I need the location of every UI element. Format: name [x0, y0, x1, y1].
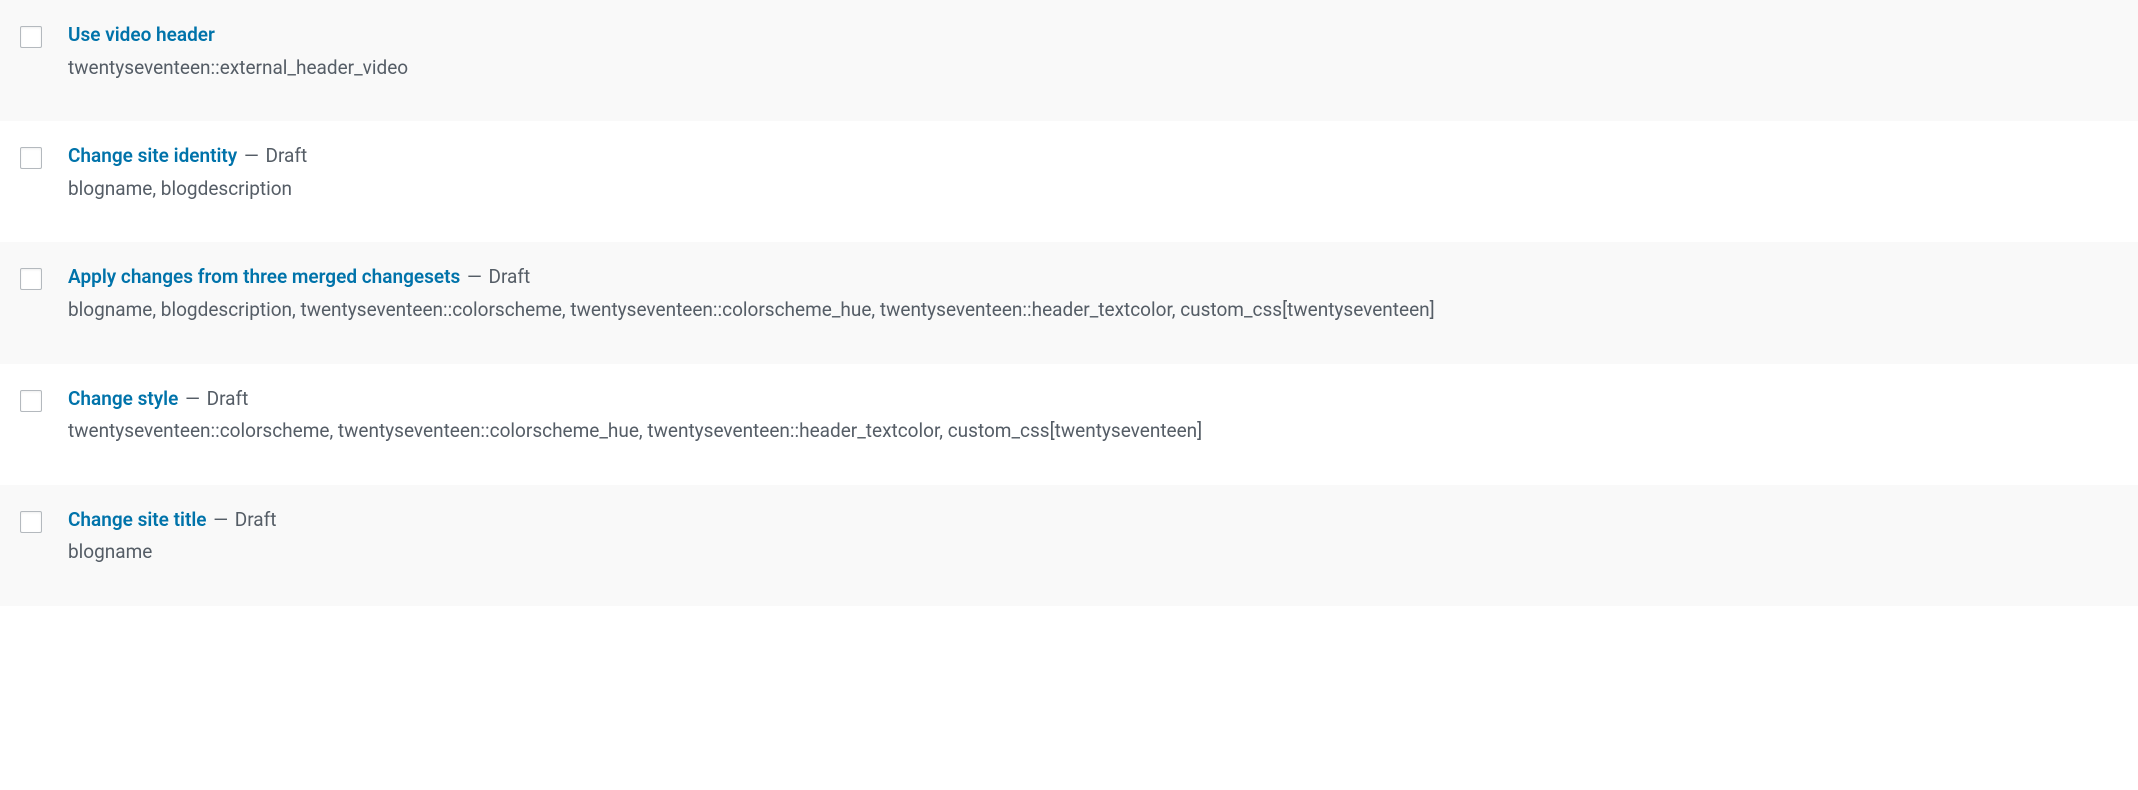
changeset-title-link[interactable]: Change site title — [68, 508, 207, 531]
status-separator: — — [239, 144, 263, 167]
select-checkbox[interactable] — [20, 511, 42, 533]
checkbox-cell — [20, 22, 68, 53]
row-content: Apply changes from three merged changese… — [68, 264, 2118, 323]
checkbox-cell — [20, 264, 68, 295]
table-row: Change site identity — Draft blogname, b… — [0, 121, 2138, 242]
status-label: Draft — [489, 265, 531, 288]
changeset-description: twentyseventeen::colorscheme, twentyseve… — [68, 418, 2118, 445]
status-separator: — — [180, 387, 204, 410]
changeset-description: blogname, blogdescription, twentysevente… — [68, 297, 2118, 324]
status-label: Draft — [235, 508, 277, 531]
checkbox-cell — [20, 143, 68, 174]
title-line: Use video header — [68, 22, 2118, 49]
row-content: Change site title — Draft blogname — [68, 507, 2118, 566]
status-label: Draft — [207, 387, 249, 410]
row-content: Change style — Draft twentyseventeen::co… — [68, 386, 2118, 445]
title-line: Change site title — Draft — [68, 507, 2118, 534]
title-line: Apply changes from three merged changese… — [68, 264, 2118, 291]
changeset-title-link[interactable]: Apply changes from three merged changese… — [68, 265, 460, 288]
select-checkbox[interactable] — [20, 26, 42, 48]
select-checkbox[interactable] — [20, 147, 42, 169]
table-row: Change style — Draft twentyseventeen::co… — [0, 364, 2138, 485]
changeset-description: blogname — [68, 539, 2118, 566]
changeset-title-link[interactable]: Change site identity — [68, 144, 237, 167]
status-separator: — — [462, 265, 486, 288]
changeset-description: twentyseventeen::external_header_video — [68, 55, 2118, 82]
select-checkbox[interactable] — [20, 268, 42, 290]
changeset-description: blogname, blogdescription — [68, 176, 2118, 203]
changeset-title-link[interactable]: Use video header — [68, 23, 215, 46]
title-line: Change site identity — Draft — [68, 143, 2118, 170]
table-row: Change site title — Draft blogname — [0, 485, 2138, 606]
status-separator: — — [209, 508, 233, 531]
table-row: Use video header twentyseventeen::extern… — [0, 0, 2138, 121]
checkbox-cell — [20, 386, 68, 417]
title-line: Change style — Draft — [68, 386, 2118, 413]
changeset-list: Use video header twentyseventeen::extern… — [0, 0, 2138, 606]
row-content: Change site identity — Draft blogname, b… — [68, 143, 2118, 202]
checkbox-cell — [20, 507, 68, 538]
table-row: Apply changes from three merged changese… — [0, 242, 2138, 363]
status-label: Draft — [266, 144, 308, 167]
changeset-title-link[interactable]: Change style — [68, 387, 178, 410]
select-checkbox[interactable] — [20, 390, 42, 412]
row-content: Use video header twentyseventeen::extern… — [68, 22, 2118, 81]
